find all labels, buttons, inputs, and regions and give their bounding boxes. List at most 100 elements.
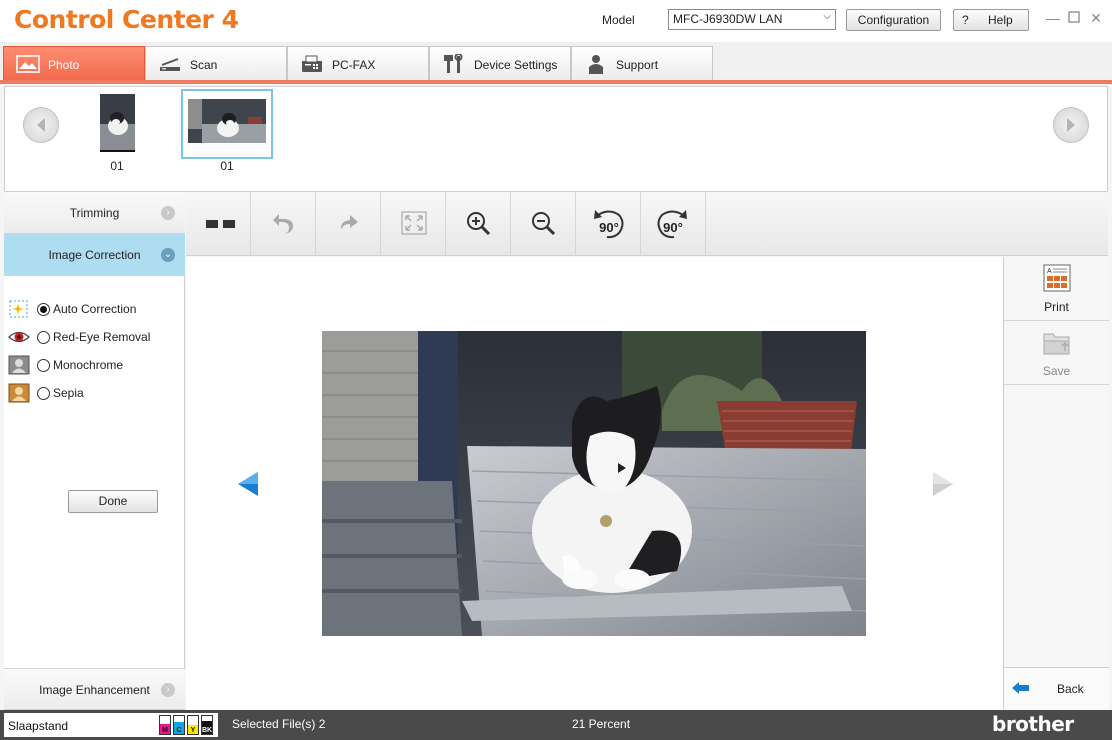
accordion-label: Image Correction — [48, 248, 141, 262]
tab-pc-fax[interactable]: PC-FAX — [287, 46, 429, 80]
chevron-right-icon: › — [161, 206, 175, 220]
accordion-trimming[interactable]: Trimming › — [4, 192, 185, 234]
model-select[interactable]: MFC-J6930DW LAN ⌵ — [668, 9, 836, 30]
photo-icon — [16, 55, 40, 73]
radio-sepia[interactable] — [37, 387, 50, 400]
chevron-down-icon: ⌵ — [823, 11, 831, 22]
save-button[interactable]: Save — [1004, 321, 1109, 385]
back-label: Back — [1057, 682, 1084, 696]
ink-label: BK — [202, 727, 213, 734]
accordion-label: Image Enhancement — [39, 683, 150, 697]
accordion-image-enhancement[interactable]: Image Enhancement › — [4, 668, 185, 710]
undo-button[interactable] — [251, 192, 316, 256]
option-label: Sepia — [53, 386, 84, 400]
fit-to-window-button[interactable] — [381, 192, 446, 256]
thumbnail-1[interactable] — [100, 94, 135, 152]
save-folder-icon — [1043, 333, 1070, 355]
print-button[interactable]: A Print — [1004, 257, 1109, 321]
redo-icon — [340, 215, 358, 230]
help-icon: ? — [962, 13, 969, 27]
option-monochrome[interactable]: Monochrome — [8, 355, 178, 377]
chevron-right-icon — [1067, 118, 1075, 132]
maximize-icon[interactable] — [1066, 10, 1082, 26]
tab-support[interactable]: Support — [571, 46, 713, 80]
left-panel: Trimming › Image Correction ⌄ Auto Corre… — [4, 192, 185, 710]
rotate-left-90-icon: 90° — [594, 210, 624, 239]
person-icon — [589, 55, 603, 74]
minimize-icon[interactable]: — — [1045, 10, 1061, 26]
radio-red-eye-removal[interactable] — [37, 331, 50, 344]
redo-button[interactable] — [316, 192, 381, 256]
rotate-left-button[interactable]: 90° — [576, 192, 641, 256]
chevron-left-icon — [37, 118, 45, 132]
thumbnails-prev-button[interactable] — [23, 107, 59, 143]
undo-icon — [273, 214, 293, 234]
app-title: Control Center 4 — [14, 5, 239, 34]
accordion-image-correction[interactable]: Image Correction ⌄ — [4, 234, 185, 276]
radio-auto-correction[interactable] — [37, 303, 50, 316]
monochrome-icon — [8, 355, 30, 375]
chevron-right-icon: › — [161, 683, 175, 697]
tools-icon — [444, 54, 463, 73]
ink-level-cyan: C — [173, 715, 185, 735]
option-red-eye-removal[interactable]: Red-Eye Removal — [8, 327, 178, 349]
control-center-window: Control Center 4 Model MFC-J6930DW LAN ⌵… — [0, 0, 1112, 740]
thumbnail-label: 01 — [110, 159, 124, 173]
ink-label: M — [162, 727, 168, 734]
configuration-button[interactable]: Configuration — [846, 9, 941, 31]
thumbnail-2[interactable] — [188, 99, 266, 143]
brand-logo: brother — [992, 712, 1074, 736]
previous-image-arrow-icon[interactable] — [236, 471, 260, 497]
tab-photo[interactable]: Photo — [3, 46, 145, 80]
tab-scan[interactable]: Scan — [145, 46, 287, 80]
tab-label: Device Settings — [474, 58, 558, 72]
close-icon[interactable]: ✕ — [1088, 10, 1104, 26]
title-bar: Control Center 4 Model MFC-J6930DW LAN ⌵… — [0, 0, 1112, 42]
option-sepia[interactable]: Sepia — [8, 383, 178, 405]
cat-photo-image — [322, 331, 866, 636]
fax-icon — [302, 55, 322, 72]
tab-label: Scan — [190, 58, 218, 72]
tab-device-settings[interactable]: Device Settings — [429, 46, 571, 80]
rotate-right-button[interactable]: 90° — [641, 192, 706, 256]
red-eye-icon — [8, 331, 30, 343]
image-toolbar: 90° 90° — [186, 192, 1108, 256]
status-bar: Slaapstand M C Y BK Selected File(s) 2 21 P… — [0, 710, 1112, 740]
image-preview-area — [186, 257, 1003, 710]
option-auto-correction[interactable]: Auto Correction — [8, 299, 178, 321]
back-button[interactable]: Back — [1004, 667, 1109, 710]
help-button[interactable]: ? Help — [953, 9, 1029, 31]
zoom-out-button[interactable] — [511, 192, 576, 256]
scanner-icon — [160, 58, 180, 71]
option-label: Auto Correction — [53, 302, 137, 316]
fit-to-window-icon — [401, 211, 427, 235]
svg-text:A: A — [1047, 268, 1052, 275]
rotate-right-90-icon: 90° — [657, 210, 687, 239]
ink-level-black: BK — [201, 715, 213, 735]
ink-label: C — [176, 727, 182, 734]
zoom-out-icon — [532, 212, 556, 236]
print-layout-icon: A — [1043, 264, 1071, 292]
done-button[interactable]: Done — [68, 490, 158, 513]
radio-monochrome[interactable] — [37, 359, 50, 372]
save-label: Save — [1042, 364, 1071, 378]
zoom-in-button[interactable] — [446, 192, 511, 256]
view-toggle-button[interactable] — [186, 192, 251, 256]
thumbnails-next-button[interactable] — [1053, 107, 1089, 143]
ink-label: Y — [190, 727, 196, 734]
accordion-label: Trimming — [69, 206, 120, 220]
print-label: Print — [1044, 300, 1069, 314]
thumbnail-label: 01 — [220, 159, 234, 173]
zoom-level: 21 Percent — [572, 717, 631, 731]
option-label: Monochrome — [53, 358, 124, 372]
view-toggle-icon — [206, 220, 235, 228]
model-value: MFC-J6930DW LAN — [673, 12, 783, 26]
sepia-icon — [8, 383, 30, 403]
thumbnail-strip: 01 01 — [4, 86, 1108, 192]
option-label: Red-Eye Removal — [53, 330, 151, 344]
right-action-panel: A Print Save Back — [1003, 257, 1109, 710]
next-image-arrow-icon[interactable] — [931, 471, 955, 497]
cat-photo-preview — [322, 331, 866, 636]
tab-label: Photo — [48, 58, 80, 72]
auto-correction-icon — [9, 300, 28, 318]
